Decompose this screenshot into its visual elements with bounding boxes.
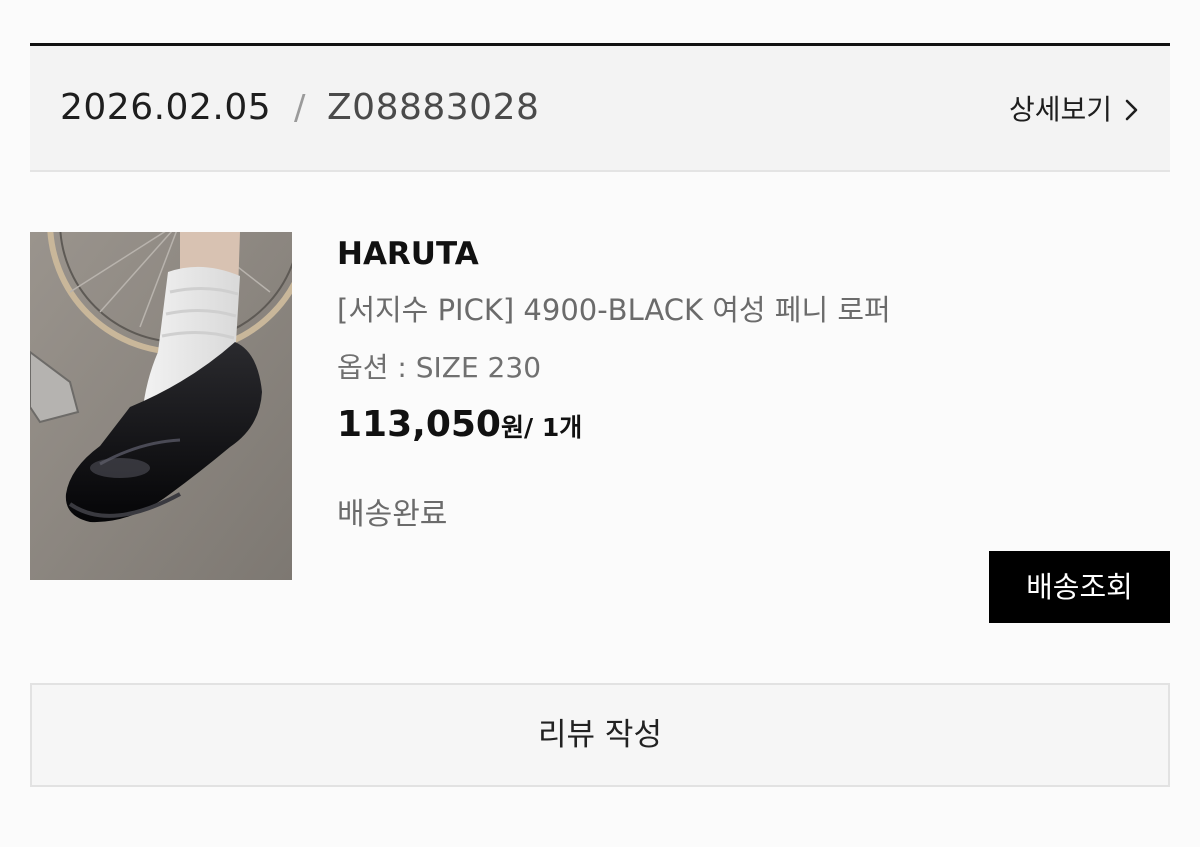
- product-name[interactable]: [서지수 PICK] 4900-BLACK 여성 페니 로퍼: [337, 292, 891, 328]
- price-row: 113,050원/ 1개: [337, 404, 582, 452]
- product-thumbnail[interactable]: [30, 232, 292, 580]
- order-history-card: 2026.02.05 / Z08883028 상세보기 HARUTA [서지수 …: [0, 0, 1200, 847]
- order-separator: /: [294, 88, 306, 128]
- product-photo-icon: [30, 232, 292, 580]
- write-review-button[interactable]: 리뷰 작성: [30, 683, 1170, 787]
- quantity: / 1개: [523, 413, 583, 442]
- track-delivery-button[interactable]: 배송조회: [989, 551, 1170, 623]
- order-date: 2026.02.05: [60, 87, 272, 128]
- order-detail-link[interactable]: 상세보기: [1009, 92, 1142, 128]
- order-header: 2026.02.05 / Z08883028 상세보기: [30, 46, 1170, 172]
- order-detail-label: 상세보기: [1008, 93, 1112, 126]
- product-brand[interactable]: HARUTA: [337, 236, 479, 272]
- price-value: 113,050: [337, 404, 501, 445]
- price-unit: 원: [500, 413, 524, 442]
- order-number: Z08883028: [327, 87, 540, 128]
- delivery-status: 배송완료: [337, 497, 448, 532]
- chevron-right-icon: [1125, 99, 1138, 121]
- product-option: 옵션 : SIZE 230: [337, 351, 542, 384]
